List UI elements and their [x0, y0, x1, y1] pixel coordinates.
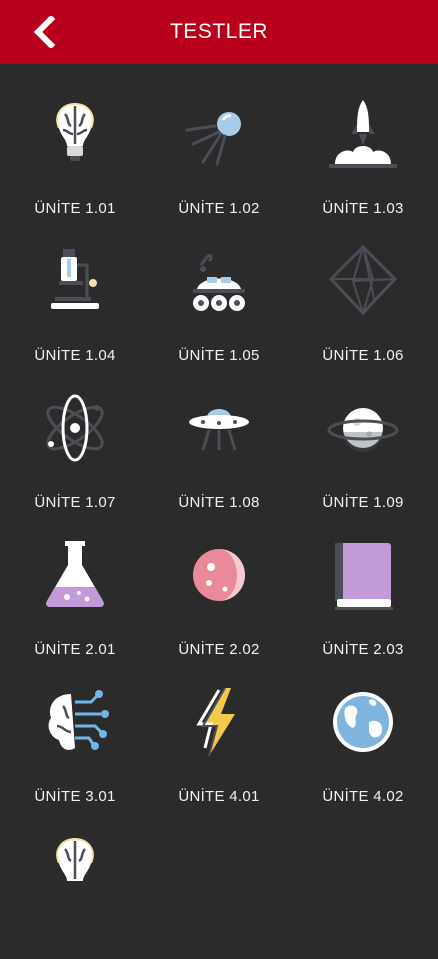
unit-tile[interactable]: ÜNİTE 1.07 [10, 378, 140, 518]
unit-label: ÜNİTE 4.02 [322, 788, 404, 805]
unit-tile[interactable]: ÜNİTE 4.02 [298, 672, 428, 812]
unit-label: ÜNİTE 2.02 [178, 641, 260, 658]
unit-tile[interactable]: ÜNİTE 1.01 [10, 84, 140, 224]
crystal-icon [328, 243, 398, 317]
unit-label: ÜNİTE 1.03 [322, 200, 404, 217]
unit-tile[interactable]: ÜNİTE 1.03 [298, 84, 428, 224]
unit-tile[interactable]: ÜNİTE 2.01 [10, 525, 140, 665]
unit-tile[interactable]: ÜNİTE 1.05 [154, 231, 284, 371]
satellite-icon [185, 112, 241, 166]
microscope-icon [51, 249, 99, 309]
unit-tile[interactable]: ÜNİTE 1.06 [298, 231, 428, 371]
ufo-icon [189, 409, 249, 451]
moon-icon [193, 549, 245, 601]
rover-icon [193, 254, 245, 311]
unit-label: ÜNİTE 2.03 [322, 641, 404, 658]
unit-tile[interactable]: ÜNİTE 3.01 [10, 672, 140, 812]
unit-label: ÜNİTE 1.01 [34, 200, 116, 217]
rocket-launch-icon [329, 100, 397, 168]
unit-label: ÜNİTE 2.01 [34, 641, 116, 658]
unit-tile[interactable]: ÜNİTE 1.04 [10, 231, 140, 371]
unit-label: ÜNİTE 1.05 [178, 347, 260, 364]
unit-label: ÜNİTE 1.08 [178, 494, 260, 511]
lightning-icon [196, 687, 235, 757]
brain-circuit-icon [48, 690, 109, 750]
brain-bulb-icon [56, 837, 94, 881]
unit-label: ÜNİTE 1.04 [34, 347, 116, 364]
unit-tile[interactable] [10, 819, 140, 959]
unit-label: ÜNİTE 1.09 [322, 494, 404, 511]
book-icon [335, 543, 393, 610]
unit-label: ÜNİTE 1.07 [34, 494, 116, 511]
top-app-bar: TESTLER [0, 0, 438, 64]
unit-tile[interactable]: ÜNİTE 2.02 [154, 525, 284, 665]
unit-tile[interactable]: ÜNİTE 2.03 [298, 525, 428, 665]
planet-icon [327, 408, 399, 452]
unit-label: ÜNİTE 4.01 [178, 788, 260, 805]
page-title: TESTLER [169, 20, 269, 43]
unit-label: ÜNİTE 1.06 [322, 347, 404, 364]
unit-tile[interactable]: ÜNİTE 1.02 [154, 84, 284, 224]
unit-label: ÜNİTE 1.02 [178, 200, 260, 217]
unit-label: ÜNİTE 3.01 [34, 788, 116, 805]
unit-tile[interactable]: ÜNİTE 4.01 [154, 672, 284, 812]
atom-icon [46, 394, 104, 462]
flask-icon [46, 541, 104, 607]
brain-bulb-icon [56, 102, 94, 161]
unit-tile[interactable]: ÜNİTE 1.08 [154, 378, 284, 518]
unit-tile[interactable]: ÜNİTE 1.09 [298, 378, 428, 518]
globe-icon [333, 692, 393, 752]
